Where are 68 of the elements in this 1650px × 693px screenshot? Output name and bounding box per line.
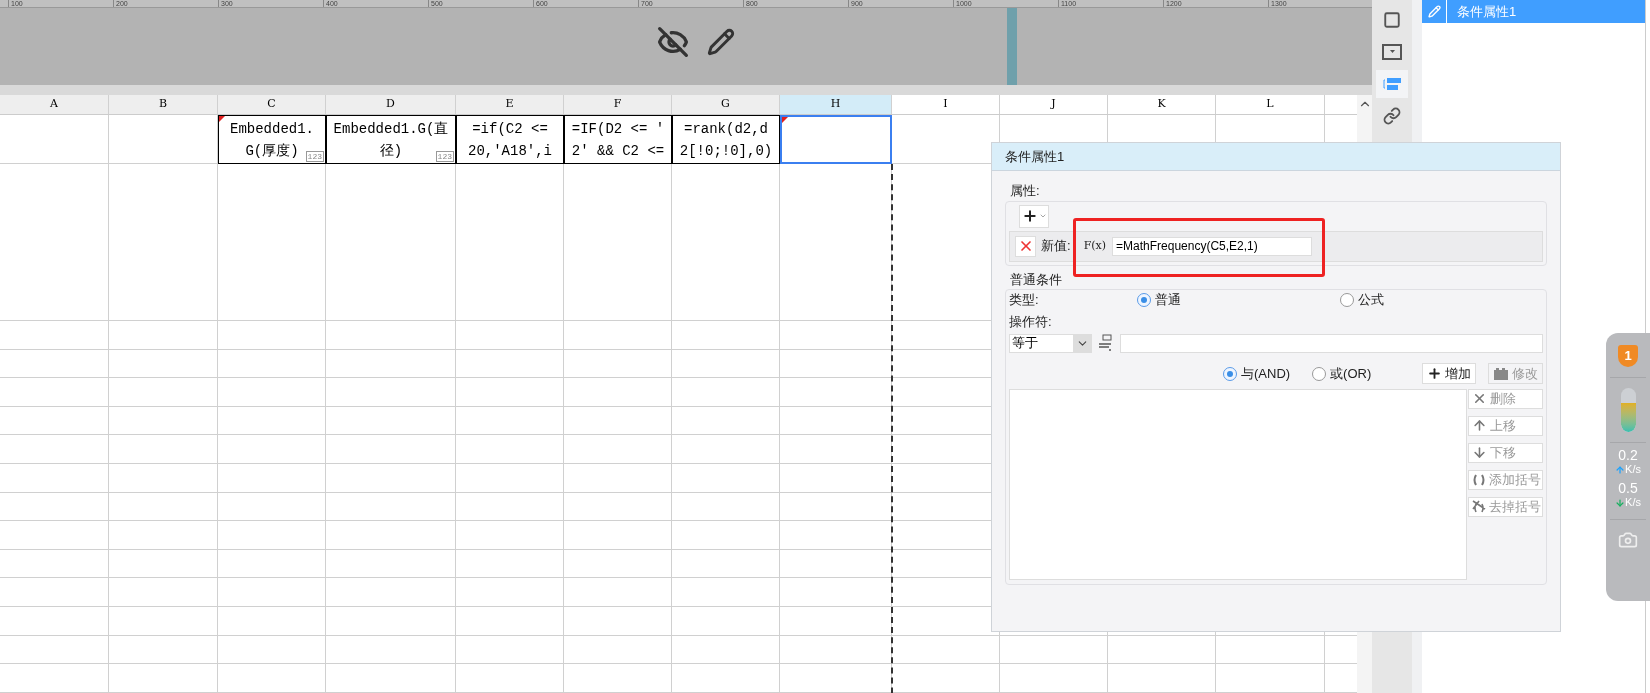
- table-cell[interactable]: Embedded1.G(直 径) 123: [326, 115, 456, 164]
- speed-unit: K/s: [1625, 496, 1641, 509]
- arrow-up-icon: [1615, 464, 1626, 475]
- table-cell[interactable]: Embedded1. G(厚度) 123: [218, 115, 326, 164]
- formula-button[interactable]: F(x): [1082, 237, 1108, 255]
- caret-icon: [1038, 212, 1047, 220]
- type-badge: 123: [435, 151, 454, 162]
- cell-text: 2[!0;!0],0): [679, 141, 773, 161]
- radio-option[interactable]: 普通: [1137, 290, 1340, 310]
- arrow-down-icon: [1615, 497, 1626, 508]
- action-button[interactable]: 增加: [1422, 363, 1476, 384]
- table-cell[interactable]: =if(C2 <= 20,'A18',i: [456, 115, 564, 164]
- eye-off-icon[interactable]: [657, 26, 689, 58]
- corner-marker: [782, 117, 788, 123]
- column-header[interactable]: L: [1216, 95, 1325, 114]
- cell-text: 径): [379, 141, 403, 161]
- cell-text: =IF(D2 <= ': [571, 119, 665, 139]
- square-icon: [1383, 11, 1401, 29]
- table-cell[interactable]: =IF(D2 <= ' 2' && C2 <=: [564, 115, 672, 164]
- cell-text: Embedded1.G(直: [333, 119, 449, 139]
- link-icon: [1383, 107, 1401, 125]
- radio-option[interactable]: 与(AND): [1223, 363, 1291, 384]
- pencil-icon: [1427, 5, 1441, 18]
- edit-icon: [1493, 366, 1509, 381]
- type-badge: 123: [305, 151, 324, 162]
- cell-text: 20,'A18',i: [468, 141, 552, 161]
- field-label: 操作符:: [1009, 313, 1053, 331]
- upload-speed: 0.2: [1618, 447, 1638, 463]
- arrow-down-icon: [1472, 445, 1487, 460]
- cell-text: G(厚度): [245, 141, 299, 161]
- radio-option[interactable]: 公式: [1340, 290, 1543, 310]
- cell-text: =rank(d2,d: [684, 119, 768, 139]
- close-icon: [1472, 391, 1487, 406]
- field-label: 新值:: [1041, 237, 1071, 256]
- text-type-icon: [1097, 334, 1115, 352]
- bars-icon: [1382, 77, 1402, 91]
- column-header[interactable]: J: [1000, 95, 1108, 114]
- radio-option[interactable]: 或(OR): [1312, 363, 1372, 384]
- cell-text: =if(C2 <=: [472, 119, 548, 139]
- column-header[interactable]: I: [892, 95, 1000, 114]
- add-button[interactable]: [1019, 204, 1049, 228]
- remove-parentheses-icon: [1472, 499, 1486, 514]
- operator-select[interactable]: 等于: [1009, 333, 1092, 353]
- column-header[interactable]: H: [780, 95, 892, 114]
- cell-text: 2' && C2 <=: [571, 141, 665, 161]
- group-legend: 属性:: [1005, 181, 1547, 201]
- dropdown-box-icon: [1382, 44, 1402, 60]
- dialog-title: 条件属性1: [992, 143, 1560, 171]
- table-cell[interactable]: =rank(d2,d 2[!0;!0],0): [672, 115, 780, 164]
- panel-item-label: 条件属性1: [1456, 2, 1517, 21]
- delete-button[interactable]: [1015, 235, 1036, 257]
- pencil-icon[interactable]: [707, 28, 735, 56]
- speed-unit: K/s: [1625, 463, 1641, 476]
- input-field[interactable]: =MathFrequency(C5,E2,1): [1112, 236, 1313, 256]
- field-label: 类型:: [1009, 291, 1040, 310]
- camera-icon[interactable]: [1618, 530, 1638, 550]
- corner-marker: [219, 116, 225, 122]
- toolbar-button[interactable]: [1376, 70, 1408, 98]
- plus-icon: [1427, 366, 1442, 381]
- shield-badge: 1: [1618, 345, 1638, 367]
- input-field[interactable]: [1120, 333, 1543, 353]
- column-header[interactable]: K: [1108, 95, 1216, 114]
- cell-text: Embedded1.: [230, 119, 314, 139]
- table-cell[interactable]: [780, 115, 892, 164]
- group-legend: 普通条件: [1005, 269, 1547, 289]
- download-speed: 0.5: [1618, 480, 1638, 496]
- parentheses-icon: [1472, 472, 1486, 487]
- plus-icon: [1021, 208, 1038, 224]
